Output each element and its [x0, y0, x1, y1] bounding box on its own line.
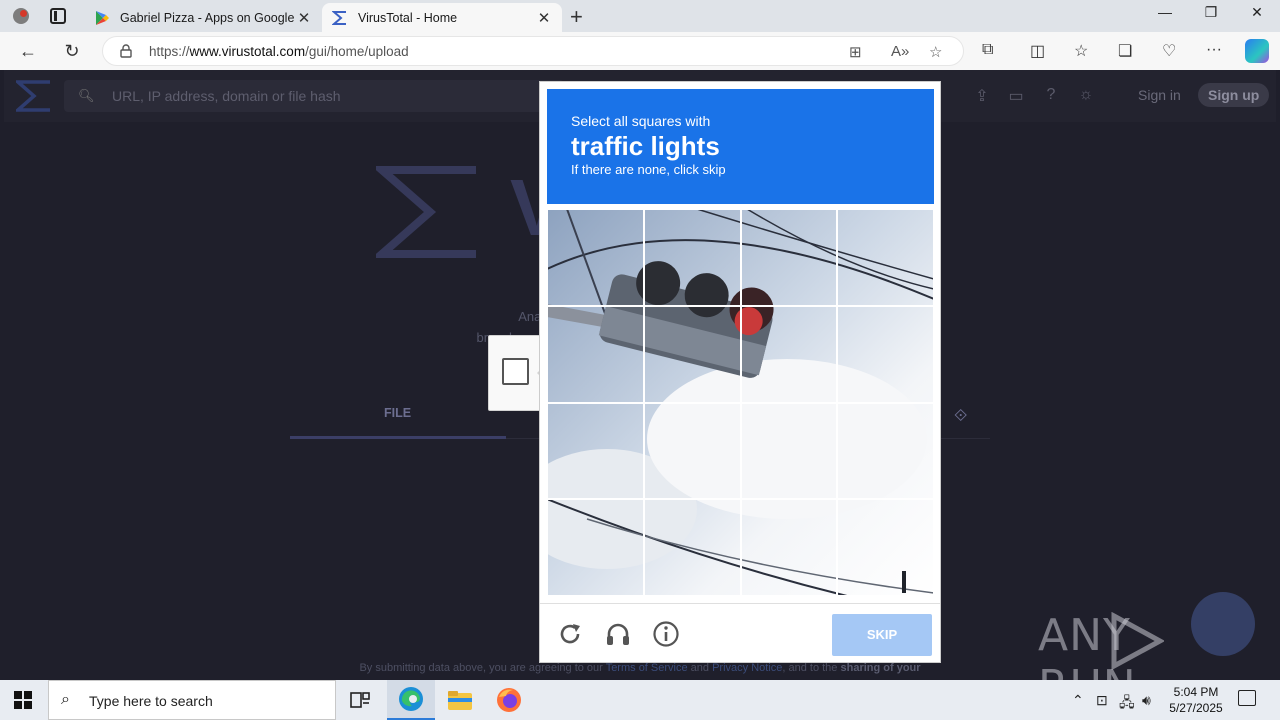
tab-file-underline: [290, 436, 506, 439]
google-play-icon: [96, 10, 109, 25]
meet-now-icon[interactable]: ⊡: [1096, 692, 1108, 709]
tab-title: VirusTotal - Home: [358, 10, 458, 25]
close-window-button[interactable]: ✕: [1234, 4, 1280, 21]
tab-file[interactable]: FILE: [384, 406, 411, 420]
challenge-hint: If there are none, click skip: [571, 162, 726, 177]
reload-challenge-icon[interactable]: [556, 620, 584, 648]
recaptcha-challenge: Select all squares with traffic lights I…: [539, 81, 941, 663]
favorite-star-icon[interactable]: ☆: [929, 43, 942, 61]
sign-up-button[interactable]: Sign up: [1198, 83, 1270, 107]
search-tab-icon[interactable]: ⟐: [954, 406, 967, 426]
task-view-icon[interactable]: [336, 680, 384, 720]
browser-tab-bar: Gabriel Pizza - Apps on Google P ✕ Virus…: [0, 0, 1280, 32]
url-text[interactable]: https://www.virustotal.com/gui/home/uplo…: [149, 44, 409, 59]
clock-date: 5/27/2025: [1169, 701, 1223, 715]
captcha-tile-2-2[interactable]: [739, 401, 839, 501]
favorites-icon[interactable]: ☆: [1074, 41, 1088, 61]
sign-in-link[interactable]: Sign in: [1138, 87, 1181, 103]
address-bar[interactable]: https://www.virustotal.com/gui/home/uplo…: [102, 36, 964, 66]
info-icon[interactable]: [652, 620, 680, 648]
captcha-tile-1-1[interactable]: [642, 304, 742, 404]
close-tab-icon[interactable]: ✕: [536, 9, 552, 27]
challenge-instruction: Select all squares with: [571, 113, 711, 129]
recaptcha-checkbox-frame: [488, 335, 542, 411]
challenge-header: Select all squares with traffic lights I…: [547, 89, 934, 204]
audio-challenge-icon[interactable]: [604, 620, 632, 648]
captcha-tile-2-0[interactable]: [547, 401, 645, 501]
collections-icon[interactable]: ❏: [1118, 41, 1132, 61]
network-icon[interactable]: 🖧︎: [1119, 692, 1135, 716]
challenge-image-grid: [547, 209, 934, 596]
captcha-tile-0-0[interactable]: [547, 209, 645, 307]
back-arrow-icon[interactable]: ←: [16, 41, 40, 62]
challenge-target: traffic lights: [571, 131, 720, 161]
browser-essentials-icon[interactable]: ♡: [1162, 41, 1176, 61]
tab-virustotal-home[interactable]: VirusTotal - Home ✕: [322, 3, 562, 32]
virustotal-icon: [332, 10, 346, 25]
taskbar-clock[interactable]: 5:04 PM 5/27/2025: [1160, 684, 1232, 716]
captcha-tile-3-3[interactable]: [836, 498, 934, 596]
captcha-tile-2-1[interactable]: [642, 401, 742, 501]
virustotal-logo-icon[interactable]: [16, 80, 52, 112]
taskbar-search-placeholder: Type here to search: [89, 693, 213, 709]
watermark-play-icon: [1111, 612, 1164, 670]
help-icon[interactable]: ?: [1041, 86, 1061, 106]
upload-icon[interactable]: ⇪: [972, 86, 992, 106]
extensions-icon[interactable]: ⧉: [982, 41, 993, 59]
captcha-tile-3-2[interactable]: [739, 498, 839, 596]
privacy-notice-link[interactable]: Privacy Notice: [712, 662, 782, 674]
address-bar-row: ← ↻ https://www.virustotal.com/gui/home/…: [0, 32, 1280, 70]
split-screen-icon[interactable]: ◫: [1030, 41, 1045, 61]
read-aloud-icon[interactable]: A»: [891, 43, 909, 60]
tab-gabriel-pizza[interactable]: Gabriel Pizza - Apps on Google P ✕: [84, 3, 322, 32]
clock-time: 5:04 PM: [1173, 685, 1219, 699]
virustotal-large-logo-icon: [376, 166, 476, 258]
close-tab-icon[interactable]: ✕: [296, 9, 312, 27]
captcha-tile-3-1[interactable]: [642, 498, 742, 596]
search-icon: ⌕: [61, 691, 70, 708]
windows-start-icon[interactable]: [14, 691, 32, 709]
lock-icon[interactable]: [119, 44, 133, 58]
firefox-icon[interactable]: [485, 680, 533, 720]
vt-search-input[interactable]: 🔍︎ URL, IP address, domain or file hash: [64, 80, 564, 112]
windows-taskbar: ⌕ Type here to search ⌃ ⊡ 🖧︎ 🔊︎ 5:04 PM …: [0, 680, 1280, 720]
copilot-icon[interactable]: [1245, 39, 1269, 63]
more-menu-icon[interactable]: ···: [1206, 41, 1222, 59]
tab-actions-icon[interactable]: [50, 8, 66, 24]
taskbar-search-box[interactable]: ⌕ Type here to search: [48, 680, 336, 720]
tab-title: Gabriel Pizza - Apps on Google P: [120, 10, 296, 25]
app-available-icon[interactable]: ⊞: [849, 43, 862, 61]
file-explorer-icon[interactable]: [436, 680, 484, 720]
challenge-footer: SKIP: [540, 603, 940, 663]
recaptcha-checkbox[interactable]: [502, 358, 529, 385]
refresh-icon[interactable]: ↻: [60, 41, 84, 62]
chat-icon[interactable]: ▭: [1006, 86, 1026, 106]
captcha-tile-0-2[interactable]: [739, 209, 839, 307]
terms-of-service-link[interactable]: Terms of Service: [606, 662, 688, 674]
show-hidden-icons-icon[interactable]: ⌃: [1072, 692, 1084, 709]
captcha-tile-0-1[interactable]: [642, 209, 742, 307]
theme-toggle-icon[interactable]: ☼: [1076, 86, 1096, 106]
captcha-tile-0-3[interactable]: [836, 209, 934, 307]
captcha-tile-3-0[interactable]: [547, 498, 645, 596]
new-tab-button[interactable]: +: [570, 4, 583, 30]
edge-taskbar-icon[interactable]: [387, 680, 435, 720]
captcha-tile-2-3[interactable]: [836, 401, 934, 501]
restore-button[interactable]: ❐: [1188, 4, 1234, 21]
captcha-tile-1-3[interactable]: [836, 304, 934, 404]
volume-icon[interactable]: 🔊︎: [1142, 692, 1151, 709]
search-placeholder: URL, IP address, domain or file hash: [112, 88, 341, 104]
captcha-tile-1-2[interactable]: [739, 304, 839, 404]
skip-button[interactable]: SKIP: [832, 614, 932, 656]
notifications-icon[interactable]: [1238, 690, 1256, 706]
search-icon: 🔍︎: [78, 88, 95, 103]
profile-icon[interactable]: [8, 4, 34, 28]
minimize-button[interactable]: —: [1142, 4, 1188, 20]
captcha-tile-1-0[interactable]: [547, 304, 645, 404]
